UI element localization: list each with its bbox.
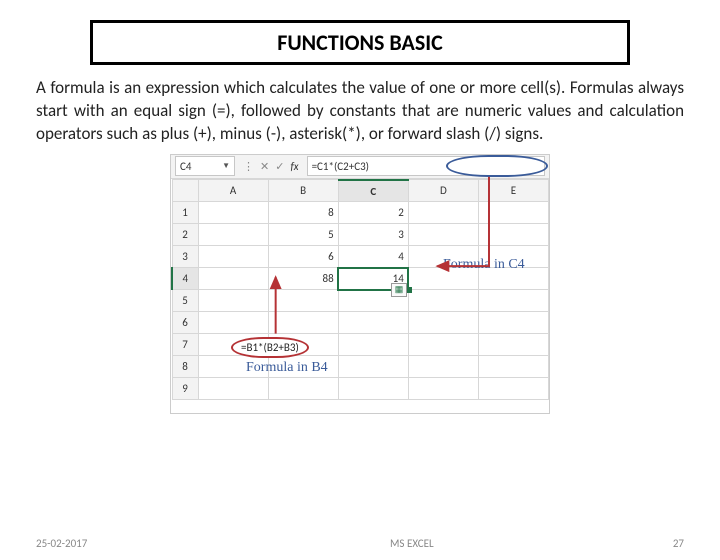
row-header[interactable]: 5 xyxy=(172,290,198,312)
cell[interactable] xyxy=(198,290,268,312)
cell[interactable]: 88 xyxy=(268,268,338,290)
cell[interactable] xyxy=(478,290,548,312)
row-header[interactable]: 6 xyxy=(172,312,198,334)
spreadsheet-grid[interactable]: A B C D E 1 8 2 2 5 3 xyxy=(171,179,549,401)
cell[interactable] xyxy=(338,356,408,378)
row-header[interactable]: 8 xyxy=(172,356,198,378)
formula-input-value: =C1*(C2+C3) xyxy=(312,160,369,173)
footer-topic: MS EXCEL xyxy=(390,537,434,550)
cell[interactable]: 5 xyxy=(268,224,338,246)
cell[interactable] xyxy=(338,312,408,334)
cell[interactable] xyxy=(198,378,268,400)
cell[interactable]: 3 xyxy=(338,224,408,246)
name-box-value: C4 xyxy=(180,160,191,173)
fx-icon[interactable]: fx xyxy=(290,160,298,173)
cell[interactable] xyxy=(268,312,338,334)
annotation-c4: Formula in C4 xyxy=(443,257,525,273)
row-header[interactable]: 2 xyxy=(172,224,198,246)
formula-input[interactable]: =C1*(C2+C3) xyxy=(307,156,545,176)
body-paragraph: A formula is an expression which calcula… xyxy=(36,77,684,146)
row-header[interactable]: 7 xyxy=(172,334,198,356)
cell[interactable] xyxy=(408,334,478,356)
cell[interactable] xyxy=(408,290,478,312)
cell[interactable] xyxy=(478,202,548,224)
row-header[interactable]: 9 xyxy=(172,378,198,400)
cell[interactable] xyxy=(338,334,408,356)
cell[interactable]: 6 xyxy=(268,246,338,268)
cell[interactable] xyxy=(198,246,268,268)
col-header[interactable]: D xyxy=(408,180,478,202)
accept-icon[interactable]: ✓ xyxy=(275,160,284,173)
cell[interactable] xyxy=(408,202,478,224)
row-header[interactable]: 1 xyxy=(172,202,198,224)
cell[interactable]: 8 xyxy=(268,202,338,224)
excel-screenshot: C4 ▼ ⋮ ✕ ✓ fx =C1*(C2+C3) A B C D E xyxy=(170,154,550,414)
cell[interactable] xyxy=(478,378,548,400)
grid-body: 1 8 2 2 5 3 3 6 4 xyxy=(172,202,549,400)
row-header[interactable]: 3 xyxy=(172,246,198,268)
cell[interactable] xyxy=(408,378,478,400)
cell[interactable] xyxy=(478,224,548,246)
cell[interactable] xyxy=(408,356,478,378)
col-header[interactable]: B xyxy=(268,180,338,202)
select-all-corner[interactable] xyxy=(172,180,198,202)
name-box[interactable]: C4 ▼ xyxy=(175,156,235,176)
slide-footer: 25-02-2017 MS EXCEL 27 xyxy=(0,537,720,550)
cell[interactable] xyxy=(198,268,268,290)
cell[interactable] xyxy=(268,290,338,312)
footer-date: 25-02-2017 xyxy=(36,537,87,550)
vdots-icon: ⋮ xyxy=(243,160,254,173)
cell[interactable] xyxy=(408,224,478,246)
cell[interactable] xyxy=(408,312,478,334)
cell[interactable] xyxy=(198,224,268,246)
autofill-options-icon[interactable]: ▦ xyxy=(391,283,407,297)
cell[interactable] xyxy=(198,202,268,224)
cell[interactable] xyxy=(478,356,548,378)
cell[interactable] xyxy=(198,312,268,334)
slide-title: FUNCTIONS BASIC xyxy=(90,20,630,65)
cell[interactable] xyxy=(338,378,408,400)
cell[interactable] xyxy=(478,334,548,356)
col-header[interactable]: A xyxy=(198,180,268,202)
callout-b4-formula: =B1*(B2+B3) xyxy=(231,337,309,358)
annotation-b4: Formula in B4 xyxy=(246,360,328,376)
formula-bar-buttons: ⋮ ✕ ✓ fx xyxy=(243,160,299,173)
cell[interactable] xyxy=(478,312,548,334)
cell[interactable]: 4 xyxy=(338,246,408,268)
cancel-icon[interactable]: ✕ xyxy=(260,160,269,173)
cell[interactable] xyxy=(268,378,338,400)
col-header[interactable]: E xyxy=(478,180,548,202)
col-header[interactable]: C xyxy=(338,180,408,202)
footer-page: 27 xyxy=(673,537,684,550)
cell[interactable]: 2 xyxy=(338,202,408,224)
row-header[interactable]: 4 xyxy=(172,268,198,290)
formula-bar-row: C4 ▼ ⋮ ✕ ✓ fx =C1*(C2+C3) xyxy=(171,155,549,179)
chevron-down-icon[interactable]: ▼ xyxy=(222,161,230,171)
